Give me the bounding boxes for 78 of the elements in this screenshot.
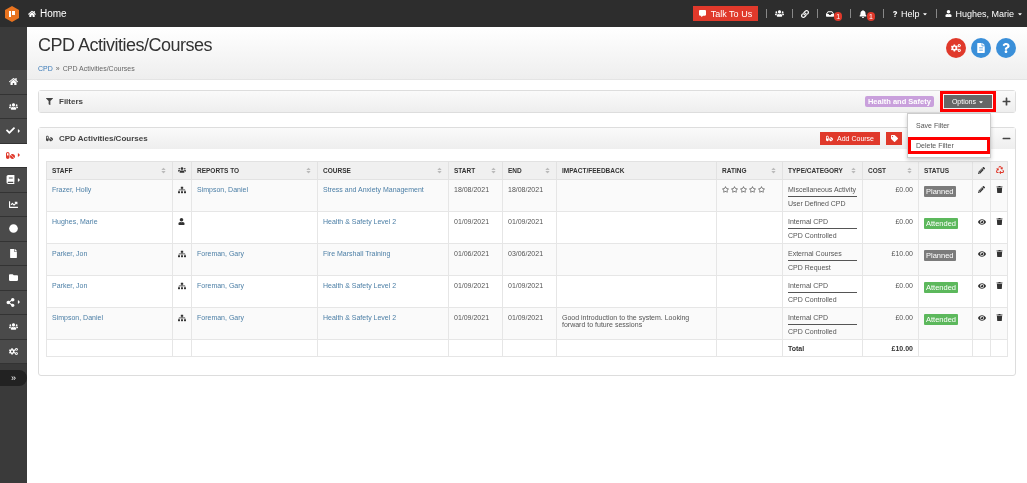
pencil-icon [978, 166, 985, 174]
star-icon[interactable] [758, 186, 765, 193]
star-icon[interactable] [722, 186, 729, 193]
eye-icon[interactable] [978, 314, 986, 322]
share-icon [5, 297, 15, 307]
user-icon [945, 10, 953, 17]
trash-icon[interactable] [996, 186, 1003, 193]
book-icon [5, 175, 15, 185]
users-icon [9, 322, 18, 332]
sidebar-item[interactable] [0, 315, 27, 340]
sidebar-item[interactable] [0, 94, 27, 119]
panel-title: CPD Activities/Courses [59, 134, 148, 143]
home-link[interactable]: Home [28, 8, 67, 19]
users-icon [9, 101, 18, 111]
talk-to-us-button[interactable]: Talk To Us [692, 6, 759, 21]
caret-icon [15, 299, 22, 306]
home-icon [9, 77, 18, 87]
link-icon[interactable] [801, 9, 810, 18]
document-button[interactable] [971, 38, 991, 58]
eye-icon[interactable] [978, 250, 986, 258]
folder-icon [9, 273, 18, 283]
pills-icon [826, 135, 834, 142]
trash-icon[interactable] [996, 250, 1003, 257]
star-rating[interactable] [722, 186, 765, 193]
home-icon [28, 9, 36, 18]
bell-icon[interactable] [859, 9, 868, 18]
eye-icon[interactable] [978, 218, 986, 226]
sidebar-item[interactable] [0, 266, 27, 291]
caret-icon [922, 10, 929, 17]
caret-icon [15, 152, 22, 159]
star-icon[interactable] [731, 186, 738, 193]
tag-icon [890, 135, 898, 142]
caret-icon [978, 98, 984, 105]
document-icon [976, 43, 986, 53]
users-icon [178, 166, 186, 174]
cogs-button[interactable] [946, 38, 966, 58]
page-title: CPD Activities/Courses [38, 35, 214, 56]
recycle-icon [996, 166, 1004, 174]
cogs-icon [951, 43, 961, 53]
eye-icon[interactable] [978, 282, 986, 290]
sidebar-item[interactable] [0, 290, 27, 315]
pills-icon [46, 135, 53, 142]
sidebar-item[interactable] [0, 143, 27, 168]
sidebar-item[interactable] [0, 217, 27, 242]
file-icon [9, 248, 18, 258]
expand-button[interactable]: » [0, 370, 27, 386]
help-button[interactable] [996, 38, 1016, 58]
caret-icon [15, 176, 22, 183]
help-menu[interactable]: Help [891, 8, 929, 19]
trash-icon[interactable] [996, 282, 1003, 289]
sidebar-item[interactable] [0, 119, 27, 144]
star-icon[interactable] [749, 186, 756, 193]
pills-icon [5, 150, 15, 160]
chat-icon [698, 10, 706, 17]
chart-icon [9, 199, 18, 209]
inbox-icon[interactable] [826, 9, 835, 18]
caret-icon [15, 127, 22, 134]
sidebar-item[interactable] [0, 70, 27, 95]
pencil-icon[interactable] [978, 186, 985, 193]
logo-icon [4, 5, 20, 22]
panel-title: Filters [59, 97, 83, 106]
sidebar-item[interactable] [0, 168, 27, 193]
trash-icon[interactable] [996, 218, 1003, 225]
sidebar-item[interactable] [0, 192, 27, 217]
tag-button[interactable] [886, 132, 902, 145]
question-icon [891, 10, 898, 17]
filter-icon [46, 98, 53, 105]
star-icon[interactable] [740, 186, 747, 193]
users-icon[interactable] [775, 9, 785, 18]
sidebar-item[interactable] [0, 339, 27, 364]
check-icon [5, 126, 15, 136]
cogs-icon [9, 346, 18, 356]
trash-icon[interactable] [996, 314, 1003, 321]
plus-icon[interactable] [1002, 97, 1011, 106]
question-icon [1001, 43, 1011, 53]
user-menu[interactable]: Hughes, Marie [945, 8, 1023, 19]
sidebar-item[interactable] [0, 241, 27, 266]
caret-icon [1017, 10, 1023, 17]
